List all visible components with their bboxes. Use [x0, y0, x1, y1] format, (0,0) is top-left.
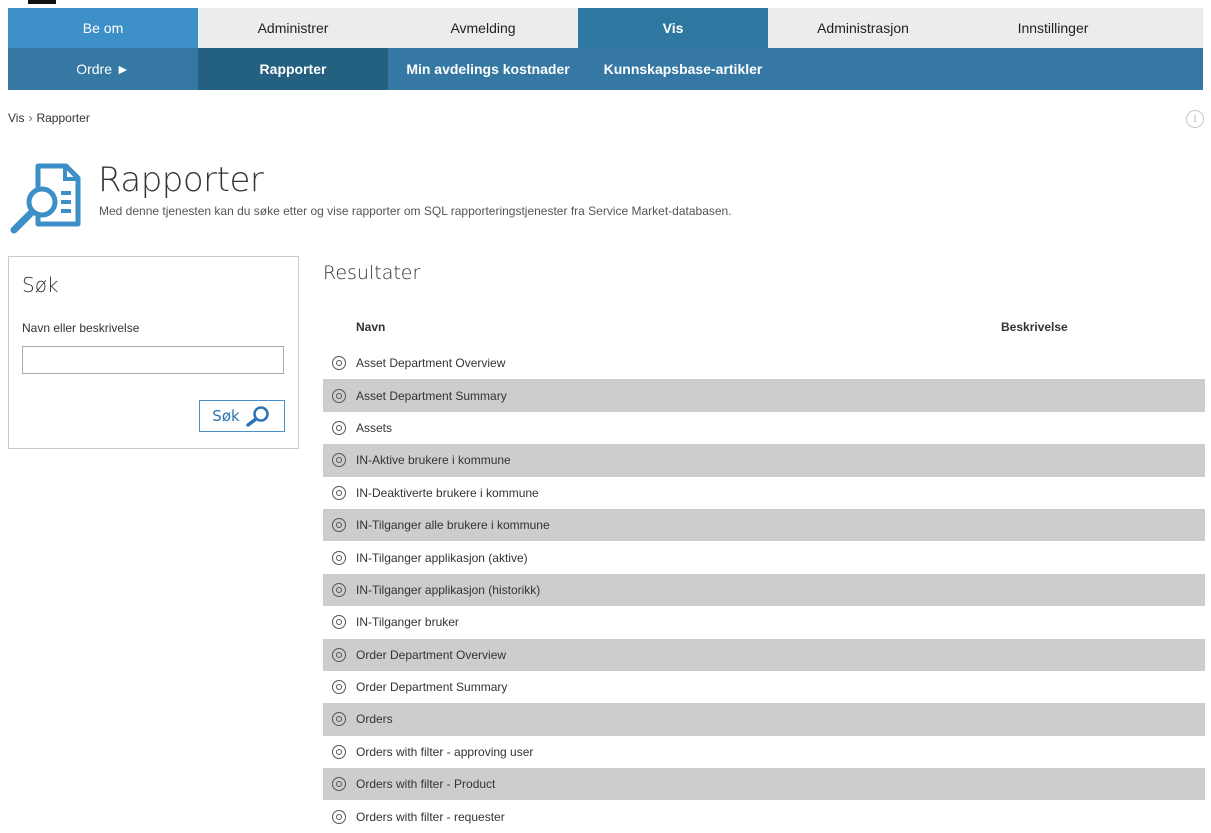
search-field-label: Navn eller beskrivelse [22, 321, 140, 335]
logo-mark-icon [28, 0, 56, 4]
search-button[interactable]: Søk [199, 400, 285, 432]
subtab-min-avdelings-kostnader[interactable]: Min avdelings kostnader [388, 48, 588, 90]
report-search-icon [10, 163, 81, 234]
subtab-ordre[interactable]: Ordre ► [8, 48, 198, 90]
result-row-name[interactable]: IN-Tilganger alle brukere i kommune [356, 518, 550, 532]
result-row[interactable]: IN-Deaktiverte brukere i kommune [323, 477, 1205, 509]
tab-avmelding[interactable]: Avmelding [388, 8, 578, 48]
result-row-name[interactable]: Order Department Summary [356, 680, 507, 694]
breadcrumb: Vis › Rapporter [8, 111, 90, 125]
subtab-rapporter[interactable]: Rapporter [198, 48, 388, 90]
results-list: Asset Department Overview Asset Departme… [323, 347, 1205, 833]
report-item-icon [332, 647, 346, 662]
result-row-name[interactable]: Orders [356, 712, 393, 726]
tab-innstillinger[interactable]: Innstillinger [958, 8, 1148, 48]
logo-strip [0, 0, 1211, 8]
result-row[interactable]: Order Department Overview [323, 638, 1205, 671]
search-panel-title: Søk [22, 273, 59, 297]
search-button-label: Søk [212, 407, 240, 425]
result-row-name[interactable]: Asset Department Summary [356, 389, 507, 403]
tab-vis[interactable]: Vis [578, 8, 768, 48]
tab-administrer[interactable]: Administrer [198, 8, 388, 48]
report-item-icon [332, 485, 346, 500]
report-item-icon [332, 744, 346, 759]
report-item-icon [332, 680, 346, 695]
column-header-navn[interactable]: Navn [356, 320, 385, 334]
result-row-name[interactable]: Assets [356, 421, 392, 435]
column-header-beskrivelse[interactable]: Beskrivelse [1001, 320, 1068, 334]
result-row[interactable]: IN-Tilganger applikasjon (aktive) [323, 541, 1205, 573]
report-item-icon [332, 388, 346, 403]
result-row-name[interactable]: Orders with filter - approving user [356, 745, 533, 759]
breadcrumb-rapporter: Rapporter [36, 111, 90, 125]
report-item-icon [332, 420, 346, 435]
result-row-name[interactable]: IN-Tilganger applikasjon (aktive) [356, 551, 528, 565]
results-title: Resultater [323, 262, 421, 284]
result-row-name[interactable]: Asset Department Overview [356, 356, 505, 370]
result-row-name[interactable]: Orders with filter - Product [356, 777, 495, 791]
result-row-name[interactable]: IN-Tilganger applikasjon (historikk) [356, 583, 540, 597]
result-row[interactable]: IN-Aktive brukere i kommune [323, 444, 1205, 477]
result-row[interactable]: Order Department Summary [323, 671, 1205, 703]
breadcrumb-vis[interactable]: Vis [8, 111, 24, 125]
result-row[interactable]: Orders [323, 703, 1205, 736]
report-item-icon [332, 550, 346, 565]
result-row-name[interactable]: IN-Aktive brukere i kommune [356, 453, 511, 467]
sub-navigation: Ordre ► Rapporter Min avdelings kostnade… [8, 48, 1203, 90]
report-item-icon [332, 518, 346, 533]
result-row[interactable]: IN-Tilganger applikasjon (historikk) [323, 573, 1205, 607]
result-row[interactable]: Orders with filter - approving user [323, 736, 1205, 768]
report-item-icon [332, 777, 346, 792]
tab-be-om[interactable]: Be om [8, 8, 198, 48]
result-row-name[interactable]: Orders with filter - requester [356, 810, 505, 824]
result-row[interactable]: Orders with filter - Product [323, 768, 1205, 801]
page-title: Rapporter [98, 160, 264, 200]
report-item-icon [332, 615, 346, 630]
breadcrumb-separator: › [28, 111, 33, 125]
tab-administrasjon[interactable]: Administrasjon [768, 8, 958, 48]
result-row[interactable]: IN-Tilganger bruker [323, 606, 1205, 638]
result-row[interactable]: Asset Department Overview [323, 347, 1205, 379]
result-row[interactable]: Orders with filter - requester [323, 800, 1205, 832]
result-row[interactable]: Asset Department Summary [323, 379, 1205, 412]
search-panel: Søk Navn eller beskrivelse Søk [8, 256, 299, 449]
report-item-icon [332, 712, 346, 727]
page-description: Med denne tjenesten kan du søke etter og… [99, 204, 732, 218]
result-row-name[interactable]: Order Department Overview [356, 648, 506, 662]
subtab-kunnskapsbase-artikler[interactable]: Kunnskapsbase-artikler [588, 48, 778, 90]
result-row-name[interactable]: IN-Tilganger bruker [356, 615, 459, 629]
result-row[interactable]: Assets [323, 412, 1205, 444]
top-navigation: Be om Administrer Avmelding Vis Administ… [8, 8, 1203, 48]
info-icon[interactable]: i [1186, 110, 1204, 128]
report-item-icon [332, 453, 346, 468]
search-input[interactable] [22, 346, 284, 374]
result-row-name[interactable]: IN-Deaktiverte brukere i kommune [356, 486, 539, 500]
report-item-icon [332, 582, 346, 597]
search-icon [245, 406, 269, 427]
report-item-icon [332, 809, 346, 824]
report-item-icon [332, 356, 346, 371]
result-row[interactable]: IN-Tilganger alle brukere i kommune [323, 508, 1205, 542]
